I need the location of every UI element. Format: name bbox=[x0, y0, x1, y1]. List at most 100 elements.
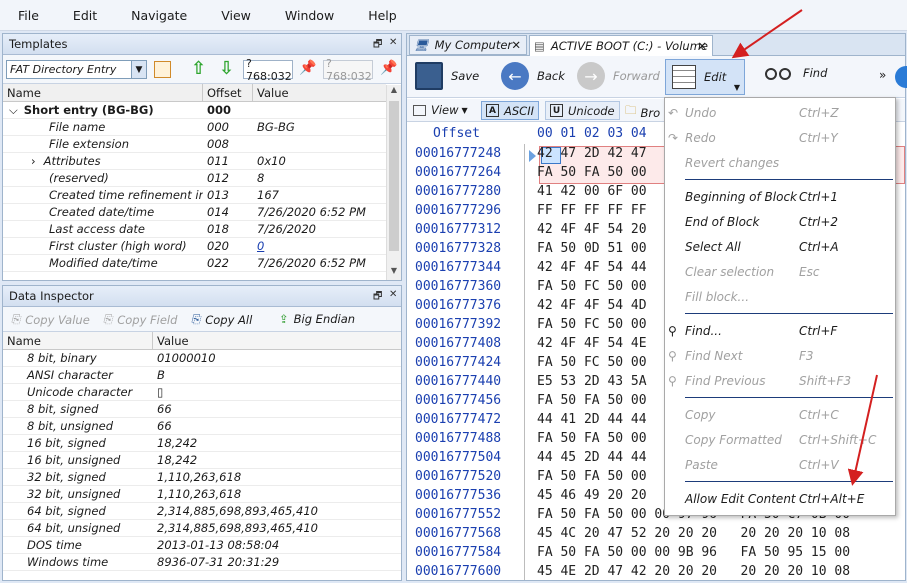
table-row[interactable]: File name 000 BG-BG bbox=[3, 119, 386, 136]
menu-navigate[interactable]: Navigate bbox=[113, 8, 203, 23]
row-bytes[interactable]: 45 4E 2D 47 42 20 20 20 20 20 20 10 08 bbox=[525, 564, 850, 579]
table-row[interactable]: › Attributes 011 0x10 bbox=[3, 153, 386, 170]
menu-help[interactable]: Help bbox=[350, 8, 413, 23]
menu-item-undo[interactable]: ↶ Undo Ctrl+Z bbox=[665, 103, 895, 123]
row-bytes[interactable]: FA 50 FA 50 00 00 9B 96 FA 50 95 15 00 bbox=[525, 545, 850, 560]
close-icon[interactable]: ✕ bbox=[389, 289, 397, 300]
row-bytes[interactable]: 42 4F 4F 54 44 bbox=[525, 260, 647, 275]
row-bytes[interactable]: E5 53 2D 43 5A bbox=[525, 374, 647, 389]
row-bytes[interactable]: 42 4F 4F 54 20 bbox=[525, 222, 647, 237]
view-dropdown[interactable]: View ▼ bbox=[413, 103, 468, 117]
row-bytes[interactable]: 45 4C 20 47 52 20 20 20 20 20 20 10 08 bbox=[525, 526, 850, 541]
menu-item-find-previous[interactable]: ⚲ Find Previous Shift+F3 bbox=[665, 371, 895, 391]
row-bytes[interactable]: 45 46 49 20 20 bbox=[525, 488, 647, 503]
unicode-toggle[interactable]: U Unicode bbox=[545, 101, 620, 120]
template-offset-field-2[interactable]: ?768:032 bbox=[323, 57, 373, 83]
hex-row[interactable]: 00016777568 45 4C 20 47 52 20 20 20 20 20… bbox=[407, 524, 905, 543]
scrollbar-thumb[interactable] bbox=[389, 101, 399, 251]
row-bytes[interactable]: FA 50 FC 50 00 bbox=[525, 317, 647, 332]
close-icon[interactable]: ✕ bbox=[511, 38, 521, 52]
table-row[interactable]: 8 bit, unsigned 66 bbox=[3, 418, 401, 435]
table-row[interactable]: 64 bit, unsigned 2,314,885,698,893,465,41… bbox=[3, 520, 401, 537]
menu-item-revert-changes[interactable]: Revert changes bbox=[665, 153, 895, 173]
col-offset[interactable]: Offset bbox=[203, 84, 253, 101]
row-bytes[interactable]: FA 50 FA 50 00 bbox=[525, 469, 647, 484]
table-row[interactable]: DOS time 2013-01-13 08:58:04 bbox=[3, 537, 401, 554]
table-row[interactable]: 64 bit, signed 2,314,885,698,893,465,410 bbox=[3, 503, 401, 520]
menu-item-clear-selection[interactable]: Clear selection Esc bbox=[665, 262, 895, 282]
row-bytes[interactable]: FA 50 FA 50 00 bbox=[525, 393, 647, 408]
hex-row[interactable]: 00016777600 45 4E 2D 47 42 20 20 20 20 20… bbox=[407, 562, 905, 580]
col-value[interactable]: Value bbox=[153, 332, 401, 349]
table-row[interactable]: (reserved) 012 8 bbox=[3, 170, 386, 187]
row-bytes[interactable]: FF FF FF FF FF bbox=[525, 203, 647, 218]
menu-edit[interactable]: Edit bbox=[55, 8, 113, 23]
copy-all-button[interactable]: ⎘ Copy All bbox=[191, 312, 252, 327]
row-bytes[interactable]: 42 4F 4F 54 4D bbox=[525, 298, 647, 313]
row-bytes[interactable]: FA 50 FC 50 00 bbox=[525, 355, 647, 370]
row-bytes[interactable]: 41 42 00 6F 00 bbox=[525, 184, 647, 199]
tab-my-computer[interactable]: 🖥 My Computer ✕ bbox=[409, 35, 527, 55]
templates-scrollbar[interactable]: ▲ ▼ bbox=[386, 85, 401, 280]
col-name[interactable]: Name bbox=[3, 332, 153, 349]
close-icon[interactable]: ✕ bbox=[389, 37, 397, 48]
browse-button[interactable]: 🗀 Bro bbox=[625, 103, 660, 122]
arrow-up-icon[interactable]: ⇧ bbox=[191, 60, 206, 78]
big-endian-button[interactable]: ⇪ Big Endian bbox=[279, 312, 355, 326]
table-row[interactable]: 32 bit, signed 1,110,263,618 bbox=[3, 469, 401, 486]
menu-item-paste[interactable]: Paste Ctrl+V bbox=[665, 455, 895, 475]
menu-item-beginning-of-block[interactable]: Beginning of Block Ctrl+1 bbox=[665, 187, 895, 207]
edit-button[interactable]: Edit ▼ bbox=[665, 59, 745, 95]
table-row[interactable]: File extension 008 bbox=[3, 136, 386, 153]
template-offset-field[interactable]: ?768:032 bbox=[243, 57, 293, 83]
forward-button[interactable]: → Forward bbox=[577, 62, 660, 90]
menu-item-select-all[interactable]: Select All Ctrl+A bbox=[665, 237, 895, 257]
ascii-toggle[interactable]: A ASCII bbox=[481, 101, 539, 120]
table-row[interactable]: ⌵ Short entry (BG-BG) 000 bbox=[3, 102, 386, 119]
back-button[interactable]: ← Back bbox=[501, 62, 565, 90]
row-bytes[interactable]: 42 47 2D 42 47 bbox=[525, 146, 647, 161]
hex-row[interactable]: 00016777584 FA 50 FA 50 00 00 9B 96 FA 50… bbox=[407, 543, 905, 562]
table-row[interactable]: 8 bit, signed 66 bbox=[3, 401, 401, 418]
table-row[interactable]: Modified date/time 022 7/26/2020 6:52 PM bbox=[3, 255, 386, 272]
row-bytes[interactable]: 44 45 2D 44 44 bbox=[525, 450, 647, 465]
menu-item-find[interactable]: ⚲ Find... Ctrl+F bbox=[665, 321, 895, 341]
table-row[interactable]: 32 bit, unsigned 1,110,263,618 bbox=[3, 486, 401, 503]
restore-icon[interactable]: 🗗 bbox=[373, 37, 382, 54]
pin-icon[interactable]: 📌 bbox=[299, 60, 316, 76]
row-bytes[interactable]: FA 50 0D 51 00 bbox=[525, 241, 647, 256]
collapse-icon[interactable]: ⌵ bbox=[9, 103, 18, 117]
template-select[interactable]: FAT Directory Entry ▼ bbox=[6, 60, 147, 79]
menu-item-allow-edit-content[interactable]: Allow Edit Content Ctrl+Alt+E bbox=[665, 489, 895, 509]
row-bytes[interactable]: FA 50 FA 50 00 bbox=[525, 165, 647, 180]
col-value[interactable]: Value bbox=[253, 84, 386, 101]
table-row[interactable]: Created date/time 014 7/26/2020 6:52 PM bbox=[3, 204, 386, 221]
row-bytes[interactable]: 42 4F 4F 54 4E bbox=[525, 336, 647, 351]
menu-file[interactable]: File bbox=[0, 8, 55, 23]
table-row[interactable]: 8 bit, binary 01000010 bbox=[3, 350, 401, 367]
table-row[interactable]: First cluster (high word) 020 0 bbox=[3, 238, 386, 255]
row-bytes[interactable]: FA 50 FA 50 00 bbox=[525, 431, 647, 446]
table-row[interactable]: 16 bit, unsigned 18,242 bbox=[3, 452, 401, 469]
chevron-down-icon[interactable]: ▼ bbox=[131, 61, 146, 78]
close-icon[interactable]: ✕ bbox=[697, 39, 707, 53]
template-apply-icon[interactable] bbox=[154, 61, 171, 78]
find-button[interactable]: Find bbox=[763, 62, 827, 84]
menu-item-fill-block[interactable]: Fill block... bbox=[665, 287, 895, 307]
row-bytes[interactable]: FA 50 FC 50 00 bbox=[525, 279, 647, 294]
menu-item-copy-formatted[interactable]: Copy Formatted Ctrl+Shift+C bbox=[665, 430, 895, 450]
copy-value-button[interactable]: ⎘ Copy Value bbox=[11, 312, 90, 327]
table-row[interactable]: Windows time 8936-07-31 20:31:29 bbox=[3, 554, 401, 571]
save-button[interactable]: Save bbox=[415, 62, 479, 90]
expand-icon[interactable]: › bbox=[31, 154, 36, 168]
table-row[interactable]: ANSI character B bbox=[3, 367, 401, 384]
col-name[interactable]: Name bbox=[3, 84, 203, 101]
scroll-up-icon[interactable]: ▲ bbox=[387, 85, 401, 99]
menu-window[interactable]: Window bbox=[267, 8, 350, 23]
copy-field-button[interactable]: ⎘ Copy Field bbox=[103, 312, 177, 327]
menu-item-redo[interactable]: ↷ Redo Ctrl+Y bbox=[665, 128, 895, 148]
table-row[interactable]: 16 bit, signed 18,242 bbox=[3, 435, 401, 452]
scroll-down-icon[interactable]: ▼ bbox=[387, 266, 401, 280]
row-value-link[interactable]: 0 bbox=[253, 239, 386, 253]
menu-item-end-of-block[interactable]: End of Block Ctrl+2 bbox=[665, 212, 895, 232]
